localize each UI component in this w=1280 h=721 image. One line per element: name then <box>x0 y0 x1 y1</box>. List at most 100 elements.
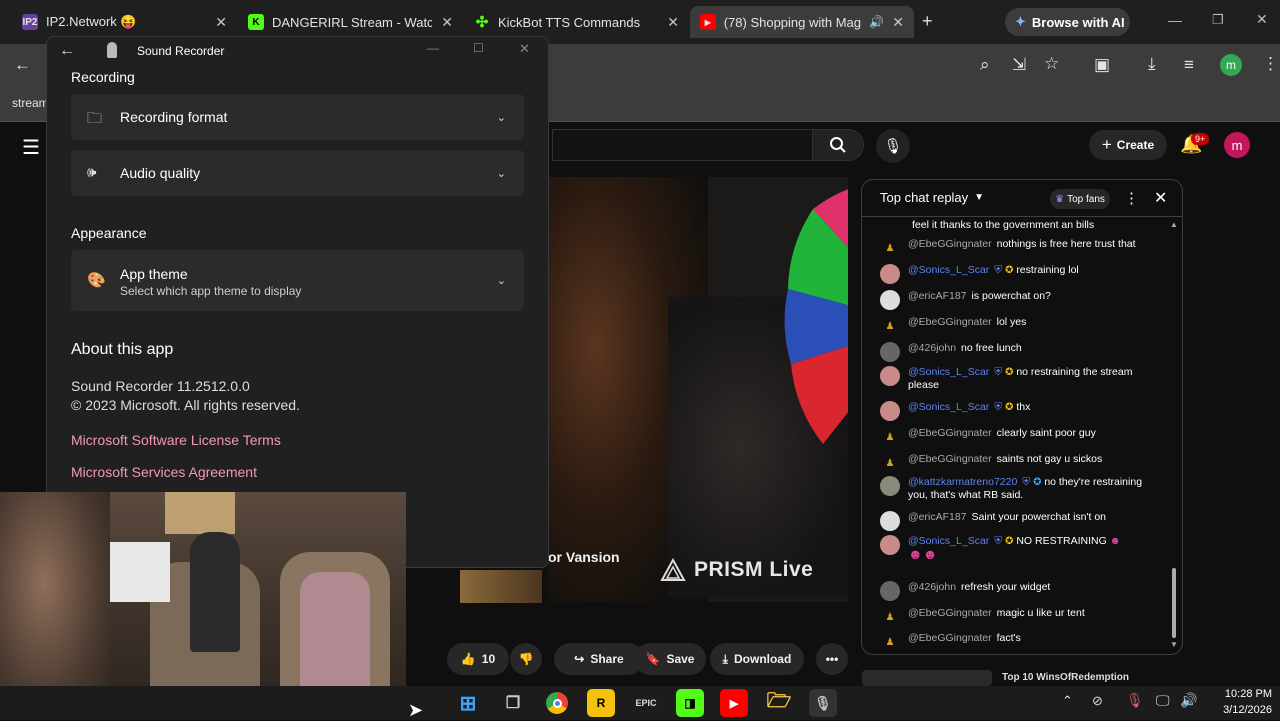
tray-overflow-icon[interactable]: ⌃ <box>1062 693 1073 709</box>
next-video-title[interactable]: Top 10 WinsOfRedemption <box>1002 672 1129 686</box>
top-fans-button[interactable]: ♛ Top fans <box>1050 189 1110 209</box>
install-icon[interactable]: ⇲ <box>1012 55 1026 75</box>
create-button[interactable]: + Create <box>1089 130 1167 160</box>
rockstar-launcher-icon[interactable]: R <box>587 689 615 717</box>
browser-tab-dangerirl[interactable]: K DANGERIRL Stream - Watch ✕ <box>238 6 463 38</box>
back-arrow-icon[interactable]: ← <box>14 55 31 75</box>
dislike-button[interactable]: 👎 <box>510 643 542 675</box>
chat-message: @Sonics_L_Scar ⛨ ✪ no restraining the str… <box>880 366 1162 392</box>
maximize-icon[interactable]: ☐ <box>473 41 484 55</box>
about-section-title: About this app <box>71 341 174 358</box>
download-icon[interactable]: ⤓ <box>1148 54 1156 74</box>
services-agreement-link[interactable]: Microsoft Services Agreement <box>71 464 257 480</box>
new-tab-icon[interactable]: + <box>922 11 933 32</box>
speaker-icon: 🕪 <box>87 164 97 181</box>
microphone-icon[interactable]: 🎙 <box>1126 692 1144 709</box>
chat-more-icon[interactable]: ⋮ <box>1124 189 1139 207</box>
hamburger-menu-icon[interactable]: ☰ <box>22 135 40 160</box>
license-terms-link[interactable]: Microsoft Software License Terms <box>71 432 281 448</box>
media-control-icon[interactable]: ≡ <box>1184 55 1194 75</box>
bookmark-star-icon[interactable]: ☆ <box>1044 54 1059 74</box>
chat-mode-dropdown[interactable]: Top chat replay ▼ <box>880 190 984 205</box>
bookmark-stream[interactable]: stream <box>12 96 49 110</box>
chat-author[interactable]: @EbeGGingnater <box>908 238 992 250</box>
clock-date[interactable]: 3/12/2026 <box>1210 704 1272 716</box>
browser-tab-ip2[interactable]: IP2 IP2.Network 😝 ✕ <box>12 6 237 38</box>
youtube-avatar[interactable]: m <box>1224 132 1250 158</box>
more-menu-icon[interactable]: ⋮ <box>1262 54 1279 74</box>
search-button[interactable] <box>812 129 864 161</box>
window-close-icon[interactable]: ✕ <box>1256 11 1268 28</box>
network-off-icon[interactable]: ⊘ <box>1092 693 1103 709</box>
scroll-up-icon[interactable]: ▲ <box>1170 220 1178 229</box>
app-theme-setting[interactable]: 🎨 App theme Select which app theme to di… <box>71 250 524 311</box>
chat-text: nothings is free here trust that <box>996 238 1136 250</box>
streaming-app-icon[interactable]: ◨ <box>676 689 704 717</box>
browse-with-ai-button[interactable]: ✦ Browse with AI <box>1005 8 1130 36</box>
chat-author[interactable]: @EbeGGingnater <box>908 427 992 439</box>
download-button[interactable]: ⤓ Download <box>710 643 804 675</box>
user-avatar <box>880 511 900 531</box>
crown-icon: ♛ <box>1055 193 1065 205</box>
close-tab-icon[interactable]: ✕ <box>441 14 453 31</box>
minimize-icon[interactable]: — <box>1168 12 1182 28</box>
close-tab-icon[interactable]: ✕ <box>667 14 679 31</box>
chat-author[interactable]: @426john <box>908 342 956 354</box>
speaker-icon[interactable]: 🔊 <box>869 15 884 29</box>
profile-avatar[interactable]: m <box>1220 54 1242 76</box>
chat-close-icon[interactable]: ✕ <box>1154 188 1167 208</box>
save-button[interactable]: 🔖 Save <box>634 643 706 675</box>
file-explorer-icon[interactable]: 🗁 <box>765 689 793 717</box>
zoom-icon[interactable]: ⌕ <box>980 55 990 75</box>
start-windows-icon[interactable]: ⊞ <box>454 689 482 717</box>
task-view-icon[interactable]: ❐ <box>499 689 527 717</box>
maximize-icon[interactable]: ❐ <box>1212 12 1224 28</box>
chrome-taskbar-icon[interactable] <box>543 689 571 717</box>
chat-author[interactable]: @Sonics_L_Scar <box>908 264 989 276</box>
user-avatar <box>880 535 900 555</box>
youtube-app-icon[interactable]: ▶ <box>720 689 748 717</box>
scroll-thumb[interactable] <box>1172 568 1176 638</box>
share-button[interactable]: ↪ Share <box>554 643 644 675</box>
audio-quality-setting[interactable]: 🕪 Audio quality ⌄ <box>71 150 524 196</box>
chat-message: ♟ @EbeGGingnater saints not gay u sickos <box>880 453 1162 473</box>
epic-games-icon[interactable]: EPIC <box>632 689 660 717</box>
browser-tab-youtube[interactable]: ▶ (78) Shopping with Magi 🔊 ✕ <box>690 6 914 38</box>
recording-format-setting[interactable]: 🗀 Recording format ⌄ <box>71 94 524 140</box>
display-icon[interactable]: 🖵 <box>1156 692 1170 709</box>
shield-badge-icon: ⛨ <box>994 401 1003 413</box>
side-panel-icon[interactable]: ▣ <box>1094 55 1110 75</box>
chat-author[interactable]: @EbeGGingnater <box>908 453 992 465</box>
video-player[interactable] <box>548 177 848 602</box>
chat-message: @Sonics_L_Scar ⛨ ✪ NO RESTRAINING ☻ ☻☻ <box>880 535 1162 563</box>
chat-author[interactable]: @kattzkarmatreno7220 <box>908 476 1017 488</box>
chat-author[interactable]: @Sonics_L_Scar <box>908 366 989 378</box>
chat-author[interactable]: @ericAF187 <box>908 511 967 523</box>
chat-author[interactable]: @EbeGGingnater <box>908 316 992 328</box>
volume-icon[interactable]: 🔊 <box>1180 692 1197 709</box>
search-input[interactable] <box>552 129 812 161</box>
clock-time[interactable]: 10:28 PM <box>1210 688 1272 700</box>
close-tab-icon[interactable]: ✕ <box>892 14 904 31</box>
recorder-app-icon <box>107 42 117 58</box>
minimize-icon[interactable]: — <box>427 41 439 55</box>
chat-author[interactable]: @ericAF187 <box>908 290 967 302</box>
chevron-down-icon: ▼ <box>974 192 985 203</box>
chat-text: lol yes <box>996 316 1027 328</box>
chat-author[interactable]: @EbeGGingnater <box>908 607 992 619</box>
back-arrow-icon[interactable]: ← <box>59 42 75 60</box>
more-actions-button[interactable]: ••• <box>816 643 848 675</box>
share-icon: ↪ <box>574 652 585 666</box>
chat-author[interactable]: @Sonics_L_Scar <box>908 401 989 413</box>
next-video-thumbnail[interactable] <box>862 670 992 686</box>
browser-tab-kickbot[interactable]: ✣ KickBot TTS Commands ✕ <box>464 6 689 38</box>
scroll-down-icon[interactable]: ▼ <box>1170 640 1178 649</box>
chat-scrollbar[interactable]: ▲ ▼ <box>1170 220 1178 650</box>
close-icon[interactable]: ✕ <box>519 41 530 57</box>
voice-search-button[interactable]: 🎙 <box>876 129 910 163</box>
chat-author[interactable]: @EbeGGingnater <box>908 632 992 644</box>
sound-recorder-taskbar-icon[interactable]: 🎙 <box>809 689 837 717</box>
close-tab-icon[interactable]: ✕ <box>215 14 227 31</box>
chat-author[interactable]: @426john <box>908 581 956 593</box>
like-button[interactable]: 👍 10 <box>447 643 509 675</box>
